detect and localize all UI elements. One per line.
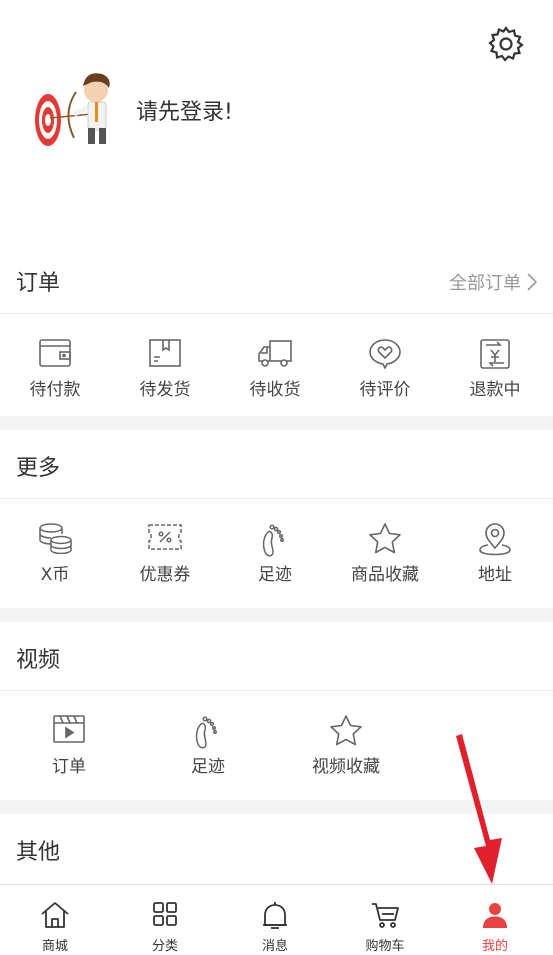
section-divider [0,416,553,430]
video-title: 视频 [16,648,61,673]
more-item-label: 地址 [478,565,512,585]
order-item-pending-receipt[interactable]: 待收货 [220,315,330,415]
section-divider [0,608,553,622]
package-icon [149,339,181,367]
login-prompt[interactable]: 请先登录! [136,94,233,126]
more-item-address[interactable]: 地址 [440,500,550,600]
footprint-icon [262,524,284,557]
star-icon [369,523,401,554]
video-item-footprints[interactable]: 足迹 [153,692,263,792]
all-orders-label: 全部订单 [449,273,521,294]
location-icon [479,523,511,556]
more-item-label: X币 [40,565,70,585]
pointer-arrow [456,734,502,884]
all-orders-link[interactable]: 全部订单 [449,269,537,295]
tab-label: 分类 [151,939,178,954]
other-title: 其他 [16,840,61,865]
refund-icon [480,339,510,369]
order-item-label: 待收货 [249,380,301,400]
gear-icon[interactable] [486,24,526,64]
grid-icon [153,902,177,926]
footprint-icon [195,716,217,749]
coupon-icon [148,524,182,550]
more-section: 更多 X币 优惠券 足迹 商品收藏 地址 [0,430,553,608]
video-item-favorites[interactable]: 视频收藏 [291,692,401,792]
heart-chat-icon [369,339,401,369]
order-item-label: 退款中 [469,380,521,400]
clapperboard-icon [53,715,85,743]
more-item-coupons[interactable]: 优惠券 [110,500,220,600]
tab-cart[interactable]: 购物车 [330,885,440,955]
more-item-label: 商品收藏 [351,565,419,585]
more-header: 更多 [0,430,553,499]
video-header: 视频 [0,622,553,691]
orders-header: 订单 全部订单 [0,245,553,314]
cart-icon [372,903,399,928]
tab-label: 商城 [41,939,68,954]
more-item-label: 足迹 [258,565,292,585]
video-item-label: 视频收藏 [312,757,380,777]
chevron-right-icon [527,273,537,291]
order-item-pending-shipment[interactable]: 待发货 [110,315,220,415]
video-item-label: 订单 [52,757,86,777]
more-item-footprints[interactable]: 足迹 [220,500,330,600]
tab-mine[interactable]: 我的 [440,885,550,955]
tab-messages[interactable]: 消息 [220,885,330,955]
coins-icon [39,523,72,554]
more-item-coins[interactable]: X币 [0,500,110,600]
home-icon [41,902,69,928]
user-icon [483,903,507,928]
star-icon [330,715,362,746]
order-item-pending-payment[interactable]: 待付款 [0,315,110,415]
profile-header: 请先登录! [0,0,553,245]
wallet-icon [39,339,71,367]
order-item-refunding[interactable]: 退款中 [440,315,550,415]
orders-grid: 待付款 待发货 待收货 待评价 退款中 [0,315,553,415]
bottom-tab-bar: 商城 分类 消息 购物车 我的 [0,884,553,955]
more-item-label: 优惠券 [139,565,191,585]
more-item-product-favorites[interactable]: 商品收藏 [330,500,440,600]
video-item-orders[interactable]: 订单 [14,692,124,792]
order-item-label: 待评价 [359,380,411,400]
orders-title: 订单 [16,271,61,296]
more-grid: X币 优惠券 足迹 商品收藏 地址 [0,500,553,600]
tab-label: 我的 [481,939,508,954]
tab-category[interactable]: 分类 [110,885,220,955]
tab-mall[interactable]: 商城 [0,885,110,955]
order-item-label: 待发货 [139,380,191,400]
tab-label: 购物车 [365,939,405,954]
bell-icon [263,902,287,929]
archer-avatar[interactable] [30,68,122,148]
order-item-label: 待付款 [29,380,81,400]
truck-icon [258,340,292,367]
order-item-pending-review[interactable]: 待评价 [330,315,440,415]
video-item-label: 足迹 [191,757,225,777]
tab-label: 消息 [261,939,288,954]
orders-section: 订单 全部订单 待付款 待发货 待收货 待评价 退款中 [0,245,553,416]
more-title: 更多 [16,456,61,481]
